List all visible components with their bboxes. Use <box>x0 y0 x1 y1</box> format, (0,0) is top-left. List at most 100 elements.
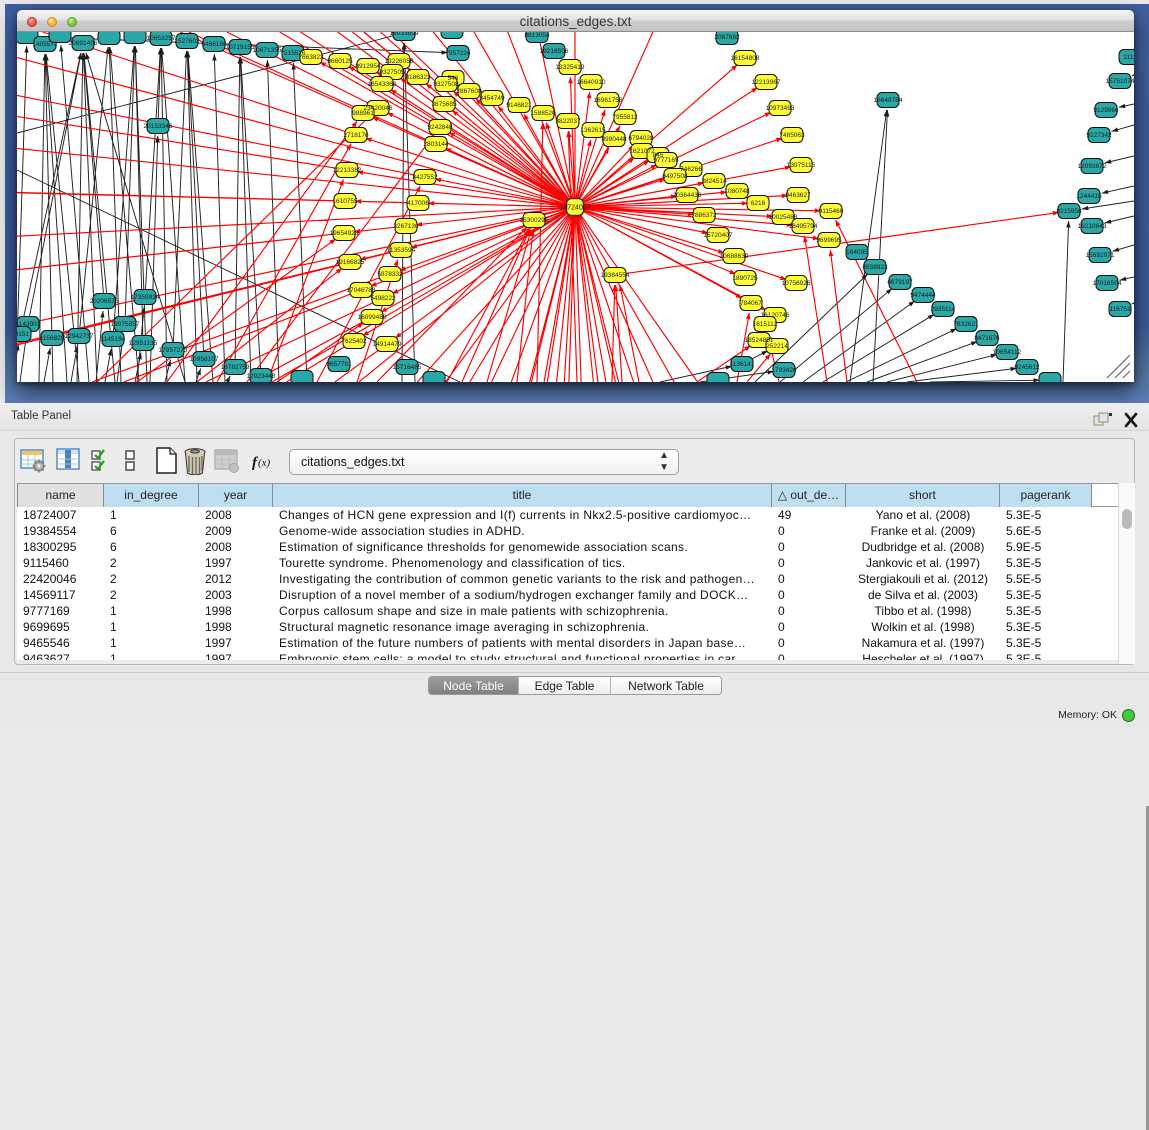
svg-text:20206576: 20206576 <box>90 298 119 305</box>
svg-text:1362615: 1362615 <box>580 127 606 134</box>
svg-text:17016504: 17016504 <box>1093 280 1122 287</box>
svg-text:15692971: 15692971 <box>1086 252 1115 259</box>
svg-text:1244415: 1244415 <box>1076 193 1102 200</box>
svg-text:8186323: 8186323 <box>405 74 431 81</box>
svg-text:16120746: 16120746 <box>761 312 790 319</box>
svg-text:16154808: 16154808 <box>731 55 760 62</box>
svg-text:5878332: 5878332 <box>377 271 403 278</box>
svg-text:17359924: 17359924 <box>131 294 160 301</box>
svg-text:3675685: 3675685 <box>431 101 457 108</box>
svg-text:1145194: 1145194 <box>101 336 126 343</box>
svg-text:2867608: 2867608 <box>456 88 482 95</box>
svg-text:7625402: 7625402 <box>341 338 367 345</box>
svg-text:18495794: 18495794 <box>789 223 818 230</box>
svg-text:10653257: 10653257 <box>147 35 176 42</box>
svg-text:7957224: 7957224 <box>445 50 471 57</box>
svg-text:3824514: 3824514 <box>701 178 727 185</box>
svg-text:8427552: 8427552 <box>412 174 438 181</box>
svg-text:988961: 988961 <box>352 110 374 117</box>
svg-text:9327505: 9327505 <box>379 69 405 76</box>
svg-text:9657791: 9657791 <box>326 361 352 368</box>
svg-text:16210643: 16210643 <box>1078 223 1107 230</box>
svg-text:746266: 746266 <box>680 166 702 173</box>
svg-text:14914479: 14914479 <box>373 341 402 348</box>
svg-text:5498222: 5498222 <box>370 295 396 302</box>
svg-text:8990448: 8990448 <box>601 136 627 143</box>
svg-text:13325419: 13325419 <box>556 64 585 71</box>
svg-text:12923448: 12923448 <box>247 373 276 380</box>
svg-text:19166825: 19166825 <box>336 259 365 266</box>
svg-text:20364436: 20364436 <box>673 192 702 199</box>
svg-text:16543362: 16543362 <box>368 81 397 88</box>
svg-text:10958107: 10958107 <box>190 356 219 363</box>
svg-text:2803144: 2803144 <box>423 141 449 148</box>
svg-text:16033809: 16033809 <box>390 32 419 37</box>
svg-text:9146821: 9146821 <box>506 102 532 109</box>
svg-text:1890725: 1890725 <box>732 275 758 282</box>
svg-text:15300295: 15300295 <box>520 217 549 224</box>
svg-text:10973493: 10973493 <box>766 105 795 112</box>
svg-text:1080748: 1080748 <box>724 188 750 195</box>
svg-text:6466160: 6466160 <box>201 41 227 48</box>
svg-text:8471676: 8471676 <box>974 335 1000 342</box>
svg-text:2718176: 2718176 <box>343 132 369 139</box>
svg-text:9227342: 9227342 <box>1086 132 1112 139</box>
svg-text:3822037: 3822037 <box>555 118 581 125</box>
svg-text:10688639: 10688639 <box>720 253 749 260</box>
svg-text:12951135: 12951135 <box>129 340 158 347</box>
svg-text:16961758: 16961758 <box>594 97 623 104</box>
svg-text:12213967: 12213967 <box>752 79 781 86</box>
svg-text:10719155: 10719155 <box>226 44 255 51</box>
svg-text:8660125: 8660125 <box>327 58 353 65</box>
svg-text:1588520: 1588520 <box>530 110 556 117</box>
svg-text:9327508: 9327508 <box>433 81 459 88</box>
svg-text:1621072: 1621072 <box>629 148 655 155</box>
svg-text:15720407: 15720407 <box>704 232 733 239</box>
svg-text:7632621: 7632621 <box>953 321 979 328</box>
svg-text:9115460: 9115460 <box>819 208 844 215</box>
svg-text:13226058: 13226058 <box>385 58 414 65</box>
svg-text:1615112: 1615112 <box>753 321 778 328</box>
svg-text:18724007: 18724007 <box>559 205 590 212</box>
svg-text:39151: 39151 <box>17 331 29 338</box>
svg-text:8938923: 8938923 <box>862 264 888 271</box>
svg-text:1610755: 1610755 <box>332 198 358 205</box>
svg-text:9463627: 9463627 <box>785 192 811 199</box>
svg-text:9242848: 9242848 <box>427 124 453 131</box>
svg-text:8912954: 8912954 <box>355 63 381 70</box>
svg-text:116753: 116753 <box>1109 306 1131 313</box>
svg-text:19654923: 19654923 <box>330 230 359 237</box>
svg-text:12093872: 12093872 <box>1078 163 1107 170</box>
svg-text:1527602: 1527602 <box>174 38 200 45</box>
svg-text:6216: 6216 <box>751 200 766 207</box>
svg-text:7886372: 7886372 <box>691 212 717 219</box>
svg-text:6679197: 6679197 <box>887 279 913 286</box>
svg-text:2087682: 2087682 <box>714 34 740 41</box>
svg-text:16648784: 16648784 <box>874 97 903 104</box>
svg-text:9777169: 9777169 <box>653 157 679 164</box>
svg-text:3267130: 3267130 <box>393 223 419 230</box>
svg-text:13975115: 13975115 <box>787 162 816 169</box>
svg-text:1405572: 1405572 <box>32 41 58 48</box>
svg-text:12942737: 12942737 <box>65 333 94 340</box>
svg-text:8454749: 8454749 <box>479 95 505 102</box>
svg-text:16640910: 16640910 <box>577 79 606 86</box>
svg-text:8813054: 8813054 <box>524 32 550 39</box>
svg-text:19218506: 19218506 <box>540 48 569 55</box>
svg-text:9129966: 9129966 <box>1093 107 1119 114</box>
svg-text:17957273: 17957273 <box>159 347 188 354</box>
svg-text:10671355: 10671355 <box>253 47 282 54</box>
svg-text:252214: 252214 <box>766 343 788 350</box>
svg-text:19384554: 19384554 <box>601 272 630 279</box>
svg-text:15751074: 15751074 <box>1106 78 1134 85</box>
svg-text:20153346: 20153346 <box>144 123 173 130</box>
svg-text:2935114: 2935114 <box>931 306 956 313</box>
svg-text:1733426: 1733426 <box>771 367 797 374</box>
svg-text:7485063: 7485063 <box>779 132 805 139</box>
svg-text:417006: 417006 <box>407 200 429 207</box>
svg-text:16099488: 16099488 <box>358 314 387 321</box>
svg-text:8215958: 8215958 <box>1056 208 1082 215</box>
svg-text:1136141: 1136141 <box>730 361 755 368</box>
svg-text:16782759: 16782759 <box>221 364 250 371</box>
svg-text:784067: 784067 <box>740 300 762 307</box>
